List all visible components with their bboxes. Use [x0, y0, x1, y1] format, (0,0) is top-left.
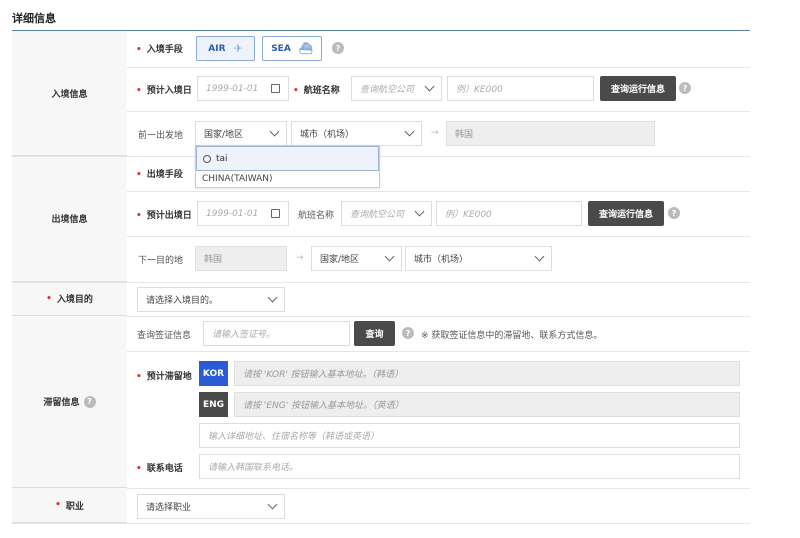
entry-country-select[interactable]: 国家/地区 [195, 121, 287, 146]
chevron-down-icon [267, 292, 278, 303]
entry-date-label: • 预计入境日 [136, 86, 192, 96]
search-icon [203, 154, 211, 163]
country-dropdown: tai CHINA(TAIWAN) [195, 145, 380, 188]
exit-flight-label: 航班名称 [298, 211, 335, 221]
help-icon[interactable]: ? [679, 82, 691, 94]
entry-date-input[interactable]: 1999-01-01 [197, 76, 289, 101]
help-icon[interactable]: ? [83, 395, 96, 408]
exit-means-label: • 出境手段 [136, 170, 183, 180]
arrow-right-icon: → [296, 253, 304, 263]
chevron-down-icon [534, 251, 545, 262]
purpose-select[interactable]: 请选择入境目的。 [137, 287, 285, 312]
entry-destination-field: 韩国 [446, 121, 655, 146]
ship-icon: ⛴ [298, 42, 313, 55]
exit-query-flight-button[interactable]: 查询运行信息 [588, 201, 664, 226]
plane-icon: ✈ [233, 42, 243, 55]
exit-origin-field: 韩国 [195, 246, 287, 271]
calendar-icon[interactable] [271, 84, 280, 93]
visa-query-button[interactable]: 查询 [354, 321, 395, 346]
sea-button[interactable]: SEA ⛴ [262, 36, 322, 61]
exit-airline-select[interactable]: 查询航空公司 [341, 201, 432, 226]
purpose-label: • 入境目的 [12, 282, 127, 316]
visa-input[interactable]: 请输入签证号。 [203, 321, 350, 346]
eng-button[interactable]: ENG [199, 392, 228, 417]
country-search-input[interactable]: tai [196, 146, 379, 171]
entry-flight-input[interactable]: 例）KE000 [447, 76, 594, 101]
entry-query-flight-button[interactable]: 查询运行信息 [600, 76, 676, 101]
kor-address-field: 请按 'KOR' 按钮输入基本地址。（韩语） [234, 361, 740, 386]
visa-label: 查询签证信息 [137, 331, 192, 341]
air-button[interactable]: AIR ✈ [196, 36, 255, 61]
exit-group-label: 出境信息 [12, 156, 127, 282]
entry-means-label: • 入境手段 [136, 45, 183, 55]
visa-note: ※ 获取签证信息中的滞留地、联系方式信息。 [421, 331, 603, 341]
help-icon[interactable]: ? [402, 327, 414, 339]
job-select[interactable]: 请选择职业 [137, 494, 285, 519]
section-title: 详细信息 [12, 12, 56, 25]
entry-airline-select[interactable]: 查询航空公司 [351, 76, 442, 101]
exit-city-select[interactable]: 城市（机场） [405, 246, 552, 271]
origin-label: 前一出发地 [138, 131, 184, 141]
chevron-down-icon [269, 126, 280, 137]
help-icon[interactable]: ? [332, 42, 344, 54]
chevron-down-icon [414, 206, 425, 217]
kor-button[interactable]: KOR [199, 361, 228, 386]
entry-group-label: 入境信息 [12, 31, 127, 156]
exit-date-input[interactable]: 1999-01-01 [197, 201, 289, 226]
entry-flight-label: • 航班名称 [293, 86, 340, 96]
chevron-down-icon [424, 81, 435, 92]
chevron-down-icon [267, 499, 278, 510]
eng-address-field: 请按 'ENG' 按钮输入基本地址。（英语） [234, 392, 740, 417]
exit-date-label: • 预计出境日 [136, 211, 192, 221]
chevron-down-icon [404, 126, 415, 137]
calendar-icon[interactable] [271, 209, 280, 218]
stay-group-label: 滞留信息? [12, 316, 127, 488]
next-destination-label: 下一目的地 [138, 256, 184, 266]
phone-label: • 联系电话 [136, 464, 183, 474]
arrow-right-icon: → [431, 128, 439, 138]
dropdown-option[interactable]: CHINA(TAIWAN) [196, 171, 379, 187]
phone-input[interactable]: 请输入韩国联系电话。 [199, 454, 740, 479]
detail-address-input[interactable]: 输入详细地址、住宿名称等（韩语或英语） [199, 423, 740, 448]
exit-country-select[interactable]: 国家/地区 [311, 246, 402, 271]
stay-address-label: • 预计滞留地 [136, 372, 192, 382]
exit-flight-input[interactable]: 例）KE000 [436, 201, 582, 226]
entry-city-select[interactable]: 城市（机场） [291, 121, 422, 146]
job-label: • 职业 [12, 488, 127, 523]
help-icon[interactable]: ? [668, 207, 680, 219]
chevron-down-icon [384, 251, 395, 262]
